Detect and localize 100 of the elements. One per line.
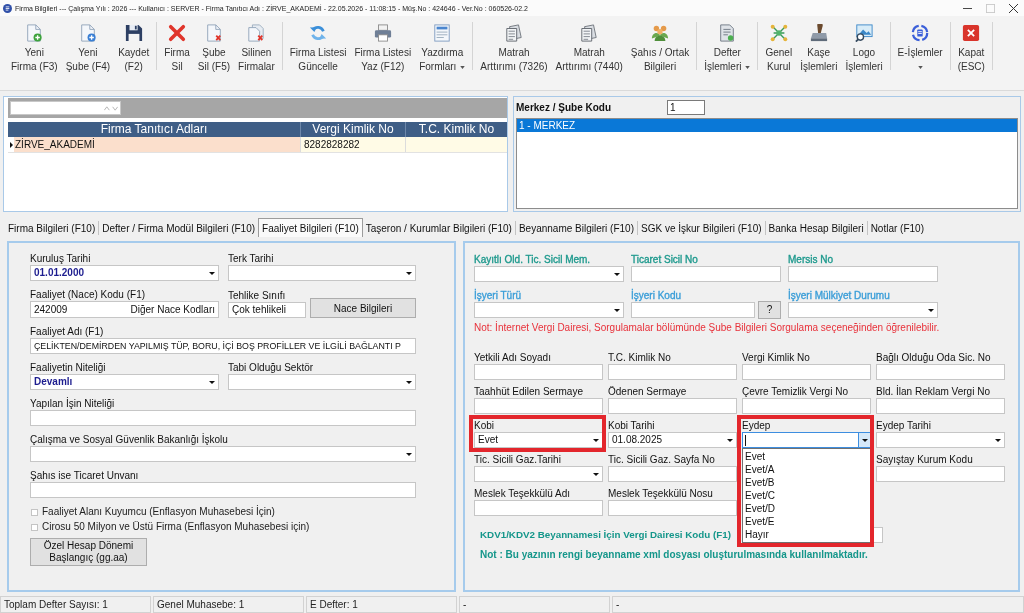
field-label: Kobi: [474, 420, 495, 432]
tab[interactable]: SGK ve İşkur Bilgileri (F10): [638, 219, 765, 237]
field-label: Meslek Teşekkülü Nosu: [608, 488, 714, 500]
minimize-icon[interactable]: [963, 7, 972, 9]
documents-cross-icon: [247, 24, 266, 42]
text-field[interactable]: ÇELİKTEN/DEMİRDEN YAPILMIŞ TÜP, BORU, İÇİ BOŞ PROFİLLER VE İLGİLİ BAĞLANTI P: [30, 338, 416, 354]
dropdown-field[interactable]: Devamlı: [30, 374, 219, 390]
field-label: Eydep: [742, 420, 772, 432]
form-icon: [433, 24, 452, 42]
tab[interactable]: Taşeron / Kurumlar Bilgileri (F10): [362, 219, 515, 237]
dropdown-field[interactable]: [30, 446, 416, 462]
dropdown-field[interactable]: Evet: [474, 432, 603, 448]
caret-icon: [614, 308, 620, 312]
text-field[interactable]: [876, 466, 1005, 482]
action-button[interactable]: Nace Bilgileri: [310, 298, 416, 318]
text-field[interactable]: [742, 364, 871, 380]
toolbar-button[interactable]: Firma Listesi Yaz (F12): [350, 16, 416, 74]
dropdown-field[interactable]: [228, 374, 416, 390]
toolbar-button[interactable]: E-İşlemler: [893, 16, 947, 74]
toolbar-button[interactable]: Firma Listesi Güncelle: [285, 16, 351, 74]
help-button[interactable]: ?: [758, 301, 781, 319]
dropdown-option[interactable]: Hayır: [743, 528, 870, 541]
toolbar-button[interactable]: Kaydet (F2): [114, 16, 154, 74]
field-label: İşyeri Mülkiyet Durumu: [788, 290, 891, 302]
text-field[interactable]: [608, 398, 737, 414]
text-field[interactable]: [788, 266, 938, 282]
text-field[interactable]: [608, 364, 737, 380]
dropdown-field[interactable]: [876, 432, 1005, 448]
text-field[interactable]: [474, 500, 603, 516]
field-label: Çalışma ve Sosyal Güvenlik Bakanlığı İşkolu: [30, 434, 229, 446]
picture-icon: [855, 24, 873, 42]
dropdown-option[interactable]: Evet/E: [743, 515, 870, 528]
field-label: Terk Tarihi: [228, 253, 275, 265]
text-field[interactable]: [30, 482, 416, 498]
tab[interactable]: Notlar (F10): [867, 219, 927, 237]
caret-icon: [727, 438, 733, 442]
checkbox[interactable]: [31, 508, 38, 516]
text-field[interactable]: [608, 466, 737, 482]
dropdown-option[interactable]: Evet/D: [743, 502, 870, 515]
toolbar-button[interactable]: Yeni Firma (F3): [7, 16, 62, 74]
text-field[interactable]: [876, 364, 1005, 380]
toolbar-button[interactable]: Kapat (ESC): [953, 16, 989, 74]
dropdown-field[interactable]: [228, 265, 416, 281]
text-field[interactable]: [474, 364, 603, 380]
dropdown-option[interactable]: Evet/A: [743, 463, 870, 476]
nace-codes-button[interactable]: Diğer Nace Kodları: [127, 302, 218, 317]
tab[interactable]: Defter / Firma Modül Bilgileri (F10): [99, 219, 259, 237]
toolbar-button[interactable]: Defter İşlemleri: [700, 16, 755, 74]
code-field[interactable]: 242009 Diğer Nace Kodları: [30, 301, 219, 318]
dropdown-option[interactable]: Evet/B: [743, 476, 870, 489]
toolbar-button[interactable]: Matrah Arttırımı (7440): [551, 16, 627, 74]
dropdown-field[interactable]: [742, 432, 871, 448]
papers-icon: [505, 24, 523, 42]
text-field[interactable]: [742, 398, 871, 414]
text-field[interactable]: [608, 500, 737, 516]
text-field[interactable]: [631, 302, 755, 318]
status-text: Toplam Defter Sayısı: 1: [0, 596, 151, 613]
field-label: T.C. Kimlik No: [608, 352, 672, 364]
text-field[interactable]: [631, 266, 781, 282]
close-icon[interactable]: [1009, 3, 1018, 13]
dropdown-field[interactable]: 01.08.2025: [608, 432, 737, 448]
text-field[interactable]: [30, 410, 416, 426]
text-field[interactable]: [474, 398, 603, 414]
tab[interactable]: Beyanname Bilgileri (F10): [515, 219, 637, 237]
toolbar-button[interactable]: Genel Kurul: [761, 16, 797, 74]
checkbox[interactable]: [31, 523, 38, 531]
field-label: Meslek Teşekkülü Adı: [474, 488, 571, 500]
toolbar-button[interactable]: Kaşe İşlemleri: [796, 16, 842, 74]
list-item[interactable]: 1 - MERKEZ: [517, 119, 1017, 132]
toolbar-button[interactable]: Matrah Arttırımı (7326): [476, 16, 552, 74]
filter-dropdown[interactable]: [10, 101, 121, 115]
toolbar-button[interactable]: Logo İşlemleri: [841, 16, 887, 74]
tab[interactable]: Firma Bilgileri (F10): [5, 219, 99, 237]
text-field[interactable]: Çok tehlikeli: [228, 302, 306, 318]
dropdown-option[interactable]: Evet: [743, 450, 870, 463]
toolbar-button[interactable]: Firma Sil: [160, 16, 194, 74]
branch-code-field[interactable]: 1: [667, 99, 705, 115]
dropdown-field[interactable]: [474, 302, 624, 318]
toolbar-button[interactable]: Şube Sil (F5): [193, 16, 235, 74]
toolbar-button[interactable]: Şahıs / Ortak Bilgileri: [626, 16, 694, 74]
stamp-icon: [809, 24, 828, 42]
status-text: E Defter: 1: [306, 596, 457, 613]
document-plus-icon: [78, 24, 97, 42]
toolbar-button[interactable]: Yeni Şube (F4): [61, 16, 115, 74]
field-label: Merkez / Şube Kodu: [516, 100, 612, 115]
dropdown-field[interactable]: [474, 266, 624, 282]
text-field[interactable]: [876, 398, 1005, 414]
toolbar-button[interactable]: Silinen Firmalar: [234, 16, 279, 74]
tab[interactable]: Faaliyet Bilgileri (F10): [258, 218, 363, 237]
text-cursor: [745, 434, 746, 446]
field-label: Mersis No: [788, 254, 834, 266]
period-start-button[interactable]: Özel Hesap Dönemi Başlangıç (gg.aa): [30, 538, 147, 566]
field-label: İşyeri Türü: [474, 290, 523, 302]
tab[interactable]: Banka Hesap Bilgileri: [765, 219, 867, 237]
toolbar-button[interactable]: Yazdırma Formları: [415, 16, 470, 74]
column-header[interactable]: Firma Tanıtıcı Adları: [8, 122, 300, 137]
dropdown-field[interactable]: [474, 466, 603, 482]
dropdown-field[interactable]: 01.01.2000: [30, 265, 219, 281]
dropdown-option[interactable]: Evet/C: [743, 489, 870, 502]
dropdown-field[interactable]: [788, 302, 938, 318]
